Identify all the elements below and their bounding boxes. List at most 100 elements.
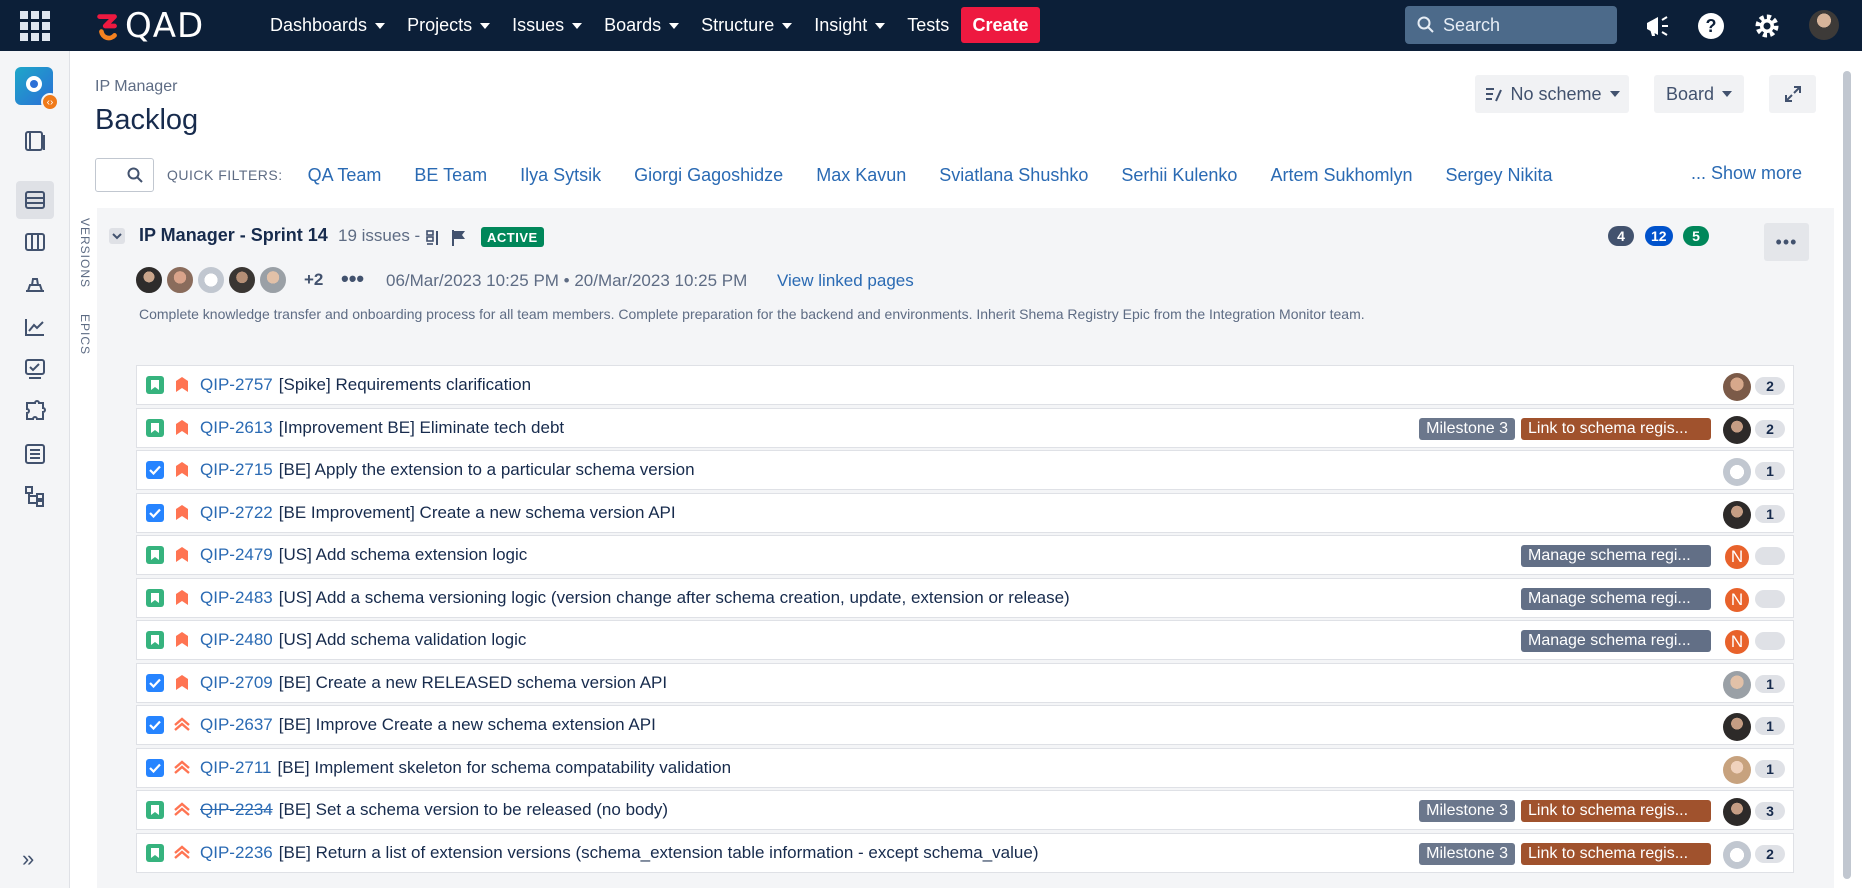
collapse-sprint-button[interactable] [109,228,125,244]
issue-row[interactable]: QIP-2234 [BE] Set a schema version to be … [136,790,1794,830]
nav-boards[interactable]: Boards [604,15,680,36]
quick-filter[interactable]: Ilya Sytsik [520,165,601,186]
assignee-avatar[interactable] [1723,840,1751,869]
sprint-actions-button[interactable]: ••• [1764,223,1809,261]
scrollbar[interactable] [1840,55,1854,885]
quick-filter[interactable]: Sviatlana Shushko [939,165,1088,186]
epic-badge[interactable]: Manage schema regi... [1521,587,1711,610]
structure-icon[interactable] [16,477,54,515]
issue-row[interactable]: QIP-2722 [BE Improvement] Create a new sc… [136,492,1794,533]
issue-row[interactable]: QIP-2709 [BE] Create a new RELEASED schem… [136,662,1794,703]
nav-structure[interactable]: Structure [701,15,793,36]
nav-projects[interactable]: Projects [407,15,491,36]
issue-key-link[interactable]: QIP-2711 [200,758,272,778]
issue-row[interactable]: QIP-2483 [US] Add a schema versioning log… [136,577,1794,618]
nav-dashboards[interactable]: Dashboards [270,15,386,36]
view-linked-pages-link[interactable]: View linked pages [777,271,914,291]
scrollbar-thumb[interactable] [1843,71,1851,879]
issue-key-link[interactable]: QIP-2613 [200,418,273,438]
scheme-dropdown[interactable]: No scheme [1475,75,1629,113]
avatar[interactable] [134,265,164,295]
quick-filter[interactable]: Giorgi Gagoshidze [634,165,783,186]
assignee-avatar[interactable] [1723,755,1751,784]
issue-key-link[interactable]: QIP-2709 [200,673,273,693]
epic-badge[interactable]: Link to schema regis... [1521,800,1711,822]
assignee-avatar[interactable] [1723,500,1751,529]
roadmap-icon[interactable] [16,122,54,160]
global-search-input[interactable]: Search [1405,6,1617,44]
issue-key-link[interactable]: QIP-2483 [200,588,273,608]
issue-row[interactable]: QIP-2637 [BE] Improve Create a new schema… [136,705,1794,745]
version-badge[interactable]: Milestone 3 [1419,417,1515,440]
sprint-flag-icon[interactable] [451,229,467,247]
nav-issues[interactable]: Issues [512,15,583,36]
quick-filter[interactable]: Sergey Nikita [1446,165,1553,186]
assignee-avatar[interactable] [1723,670,1751,699]
expand-sidebar-icon[interactable]: » [22,846,34,872]
issue-row[interactable]: QIP-2479 [US] Add schema extension logic M… [136,535,1794,575]
assignee-avatar[interactable]: N [1723,628,1751,656]
profile-avatar[interactable] [1809,10,1839,40]
versions-tab[interactable]: VERSIONS [74,218,92,288]
board-icon[interactable] [16,223,54,261]
create-button[interactable]: Create [961,7,1040,43]
issue-row[interactable]: QIP-2711 [BE] Implement skeleton for sche… [136,747,1794,788]
quick-filter[interactable]: QA Team [308,165,382,186]
issue-row[interactable]: QIP-2480 [US] Add schema validation logic… [136,620,1794,660]
quick-filter[interactable]: Artem Sukhomlyn [1270,165,1412,186]
releases-icon[interactable] [16,266,54,304]
issue-key-link[interactable]: QIP-2757 [200,375,273,395]
qad-logo[interactable]: QAD [95,6,204,46]
help-icon[interactable]: ? [1696,11,1726,41]
epics-tab[interactable]: EPICS [74,314,92,355]
assignee-avatar[interactable] [1723,798,1751,826]
epic-badge[interactable]: Link to schema regis... [1521,842,1711,865]
epic-badge[interactable]: Manage schema regi... [1521,545,1711,567]
issue-key-link[interactable]: QIP-2479 [200,545,273,565]
issue-key-link[interactable]: QIP-2236 [200,843,273,863]
issue-key-link[interactable]: QIP-2637 [200,715,273,735]
assignee-avatar[interactable]: N [1723,543,1751,571]
avatar[interactable] [227,265,257,295]
settings-icon[interactable] [1752,11,1782,41]
sprint-name[interactable]: IP Manager - Sprint 14 [139,225,328,246]
quick-filter[interactable]: BE Team [414,165,487,186]
app-switcher-icon[interactable] [20,11,50,41]
megaphone-icon[interactable] [1642,11,1672,41]
list-icon[interactable] [16,435,54,473]
quick-filter[interactable]: Max Kavun [816,165,906,186]
fullscreen-button[interactable] [1769,75,1816,113]
version-badge[interactable]: Milestone 3 [1419,842,1515,865]
assignee-avatar[interactable] [1723,415,1751,444]
more-assignees-count[interactable]: +2 [304,270,323,290]
issue-row[interactable]: QIP-2613 [Improvement BE] Eliminate tech … [136,407,1794,448]
quick-filter[interactable]: Serhii Kulenko [1121,165,1237,186]
issue-key-link[interactable]: QIP-2715 [200,460,273,480]
board-dropdown[interactable]: Board [1654,75,1744,113]
reports-icon[interactable] [16,308,54,346]
backlog-icon[interactable] [16,181,54,219]
issue-row[interactable]: QIP-2236 [BE] Return a list of extension … [136,832,1794,873]
assignee-avatar[interactable] [1723,713,1751,741]
epic-badge[interactable]: Link to schema regis... [1521,417,1711,440]
project-avatar-icon[interactable]: ‹› [15,67,59,111]
issue-row[interactable]: QIP-2757 [Spike] Requirements clarificati… [136,365,1794,405]
assignee-avatar[interactable] [1723,458,1751,486]
issue-key-link[interactable]: QIP-2722 [200,503,273,523]
more-options-icon[interactable]: ••• [341,266,364,292]
assignee-avatar[interactable] [1723,373,1751,401]
epic-badge[interactable]: Manage schema regi... [1521,630,1711,652]
issue-key-link[interactable]: QIP-2234 [200,800,273,820]
show-more-filters-link[interactable]: ... Show more [1691,163,1802,184]
nav-tests[interactable]: Tests [907,15,949,36]
sprint-board-icon[interactable] [425,229,443,247]
backlog-search-input[interactable] [95,158,154,192]
breadcrumb[interactable]: IP Manager [95,78,177,96]
avatar[interactable] [196,265,226,295]
version-badge[interactable]: Milestone 3 [1419,800,1515,822]
issues-icon[interactable] [16,350,54,388]
nav-insight[interactable]: Insight [814,15,886,36]
assignee-avatar[interactable]: N [1723,585,1751,614]
avatar[interactable] [258,265,288,295]
avatar[interactable] [165,265,195,295]
